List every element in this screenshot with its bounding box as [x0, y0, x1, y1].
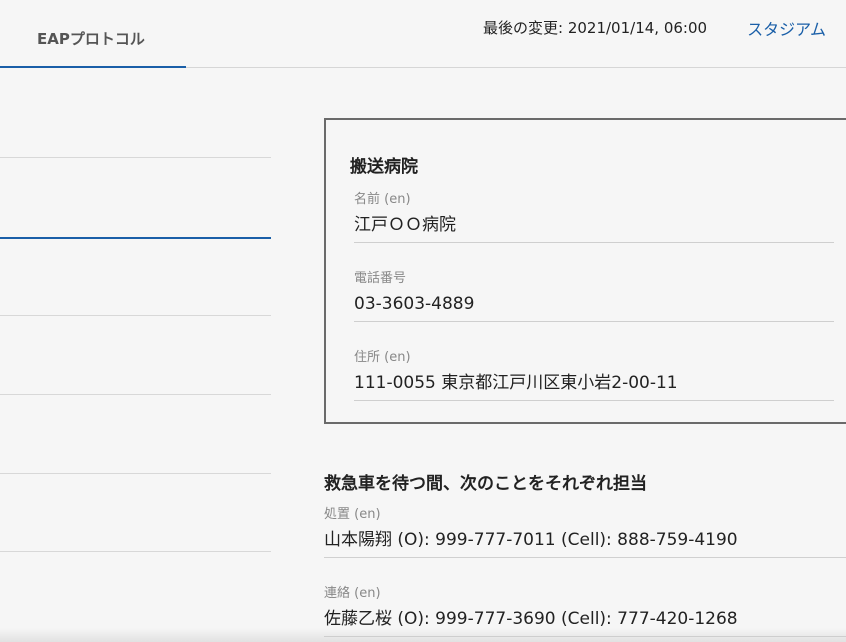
hospital-address-value: 111-0055 東京都江戸川区東小岩2-00-11 [354, 373, 678, 393]
left-list-item[interactable] [0, 316, 271, 395]
hospital-card-title: 搬送病院 [350, 157, 418, 177]
treatment-field[interactable]: 処置 (en) 山本陽翔 (O): 999-777-7011 (Cell): 8… [324, 507, 846, 558]
tab-eap-protocol[interactable]: EAPプロトコル [0, 0, 186, 68]
hospital-name-value: 江戸ＯＯ病院 [354, 215, 456, 235]
page: EAPプロトコル 最後の変更: 2021/01/14, 06:00 スタジアム … [0, 0, 846, 642]
hospital-address-field[interactable]: 住所 (en) 111-0055 東京都江戸川区東小岩2-00-11 [354, 350, 834, 401]
hospital-phone-label: 電話番号 [354, 271, 407, 286]
tab-label: EAPプロトコル [37, 30, 145, 48]
hospital-address-label: 住所 (en) [354, 350, 411, 365]
left-list-item-active[interactable] [0, 157, 271, 239]
left-list-item[interactable] [0, 395, 271, 474]
left-list-item[interactable] [0, 67, 271, 158]
contact-label: 連絡 (en) [324, 586, 381, 601]
hospital-phone-field[interactable]: 電話番号 03-3603-4889 [354, 271, 834, 322]
hospital-name-label: 名前 (en) [354, 192, 411, 207]
treatment-label: 処置 (en) [324, 507, 381, 522]
left-list-item[interactable] [0, 474, 271, 552]
stadium-link[interactable]: スタジアム [747, 16, 826, 40]
hospital-card: 搬送病院 名前 (en) 江戸ＯＯ病院 電話番号 03-3603-4889 住所… [324, 118, 846, 424]
left-navigation-list [0, 67, 271, 642]
left-list-item[interactable] [0, 239, 271, 316]
hospital-phone-value: 03-3603-4889 [354, 294, 475, 314]
bottom-shadow [0, 628, 846, 642]
treatment-value: 山本陽翔 (O): 999-777-7011 (Cell): 888-759-4… [324, 530, 738, 550]
responsibilities-title: 救急車を待つ間、次のことをそれぞれ担当 [324, 474, 647, 494]
hospital-name-field[interactable]: 名前 (en) 江戸ＯＯ病院 [354, 192, 834, 243]
header-bar: EAPプロトコル 最後の変更: 2021/01/14, 06:00 スタジアム [0, 0, 846, 68]
last-modified-text: 最後の変更: 2021/01/14, 06:00 [483, 19, 708, 37]
